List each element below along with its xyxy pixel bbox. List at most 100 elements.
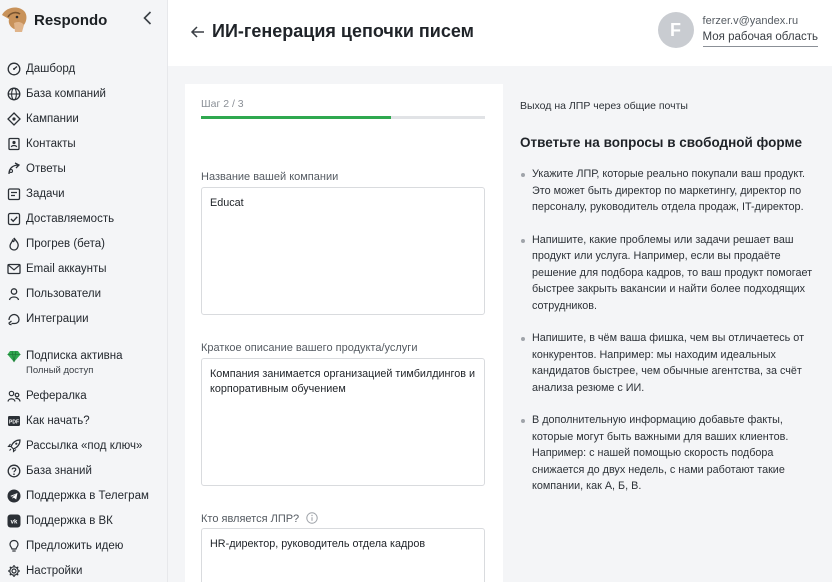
contacts-icon: [7, 137, 21, 151]
referral-icon: [7, 389, 21, 403]
sidebar-item-label: Предложить идею: [26, 539, 124, 552]
sidebar-item-label: Интеграции: [26, 312, 89, 325]
help-item: Напишите, какие проблемы или задачи реша…: [520, 232, 820, 315]
tasks-icon: [7, 187, 21, 201]
sidebar-item-suggest-idea[interactable]: Предложить идею: [0, 533, 168, 558]
sidebar-item-label: Кампании: [26, 112, 79, 125]
sidebar-item-replies[interactable]: Ответы: [0, 156, 168, 181]
sidebar-item-warmup[interactable]: Прогрев (бета): [0, 231, 168, 256]
info-icon[interactable]: [306, 512, 318, 524]
help-item-text: В дополнительную информацию добавьте фак…: [532, 414, 789, 492]
sidebar-item-label: Задачи: [26, 187, 65, 200]
help-item: В дополнительную информацию добавьте фак…: [520, 412, 820, 495]
sidebar-item-turnkey-mailing[interactable]: Рассылка «под ключ»: [0, 433, 168, 458]
sidebar-item-label: База компаний: [26, 87, 106, 100]
replies-icon: [7, 161, 21, 176]
bullet: [521, 173, 525, 177]
subscription-label: Подписка активна: [26, 349, 123, 362]
question-icon: [7, 464, 21, 478]
arrow-left-icon: [190, 26, 204, 38]
sidebar-item-label: Поддержка в ВК: [26, 514, 113, 527]
subscription-status[interactable]: Подписка активна Полный доступ: [0, 347, 168, 378]
campaigns-icon: [7, 111, 21, 126]
workspace-link[interactable]: Моя рабочая область: [702, 29, 818, 47]
sidebar-item-label: Как начать?: [26, 414, 90, 427]
sidebar-item-contacts[interactable]: Контакты: [0, 131, 168, 156]
product-description-field[interactable]: Компания занимается организацией тимбилд…: [201, 358, 485, 486]
sidebar-item-label: Доставляемость: [26, 212, 115, 225]
sidebar: Respondo Дашборд База компаний Кампании …: [0, 0, 168, 582]
lpr-label: Кто является ЛПР?: [201, 513, 300, 525]
brand-name: Respondo: [34, 11, 108, 29]
progress-fill: [201, 116, 392, 119]
dashboard-icon: [7, 62, 21, 76]
secondary-nav: Рефералка PDF Как начать? Рассылка «под …: [0, 383, 168, 582]
product-description-label: Краткое описание вашего продукта/услуги: [201, 342, 418, 354]
sidebar-item-campaigns[interactable]: Кампании: [0, 106, 168, 131]
sidebar-item-companies[interactable]: База компаний: [0, 81, 168, 106]
help-item-text: Напишите, в чём ваша фишка, чем вы отлич…: [532, 332, 805, 394]
sidebar-item-label: Дашборд: [26, 62, 76, 75]
brand-mascot-icon: [2, 7, 27, 32]
sidebar-item-vk-support[interactable]: vk Поддержка в ВК: [0, 508, 168, 533]
users-icon: [7, 287, 21, 301]
back-button[interactable]: [190, 24, 206, 40]
main-nav: Дашборд База компаний Кампании Контакты …: [0, 56, 168, 331]
progress-bar: [201, 116, 485, 119]
avatar[interactable]: F: [657, 12, 694, 48]
sidebar-item-deliverability[interactable]: Доставляемость: [0, 206, 168, 231]
chevron-left-icon: [142, 11, 151, 25]
pdf-icon: PDF: [7, 414, 21, 428]
company-name-field[interactable]: Educat: [201, 187, 485, 315]
help-item-text: Укажите ЛПР, которые реально покупали ва…: [532, 168, 806, 213]
bullet: [521, 238, 525, 243]
sidebar-item-knowledge-base[interactable]: База знаний: [0, 458, 168, 483]
help-item: Укажите ЛПР, которые реально покупали ва…: [520, 166, 820, 216]
sidebar-item-referral[interactable]: Рефералка: [0, 383, 168, 408]
sidebar-item-label: Рефералка: [26, 389, 87, 402]
sidebar-item-settings[interactable]: Настройки: [0, 558, 168, 582]
bullet: [521, 337, 525, 341]
vk-icon: vk: [7, 514, 21, 528]
subscription-note: Полный доступ: [26, 365, 94, 376]
integrations-icon: [7, 312, 21, 326]
lightbulb-icon: [7, 539, 21, 553]
sidebar-item-label: Прогрев (бета): [26, 237, 106, 250]
svg-text:vk: vk: [11, 519, 18, 525]
sidebar-item-users[interactable]: Пользователи: [0, 281, 168, 306]
page-header: ИИ-генерация цепочки писем F ferzer.v@ya…: [168, 0, 832, 66]
deliverability-icon: [7, 212, 21, 226]
svg-text:PDF: PDF: [9, 419, 19, 425]
sidebar-item-label: Рассылка «под ключ»: [26, 439, 143, 452]
help-item: Напишите, в чём ваша фишка, чем вы отлич…: [520, 330, 820, 396]
sidebar-item-label: Поддержка в Телеграм: [26, 489, 149, 502]
sidebar-item-getting-started[interactable]: PDF Как начать?: [0, 408, 168, 433]
user-email: ferzer.v@yandex.ru: [702, 14, 799, 27]
sidebar-item-label: Настройки: [26, 564, 83, 577]
email-icon: [7, 262, 21, 276]
sidebar-item-telegram-support[interactable]: Поддержка в Телеграм: [0, 483, 168, 508]
sidebar-item-tasks[interactable]: Задачи: [0, 181, 168, 206]
lpr-label-row: Кто является ЛПР?: [201, 512, 318, 525]
user-menu[interactable]: F ferzer.v@yandex.ru Моя рабочая область: [657, 12, 818, 48]
sidebar-item-integrations[interactable]: Интеграции: [0, 306, 168, 331]
lpr-field[interactable]: HR-директор, руководитель отдела кадров: [201, 528, 485, 582]
sidebar-item-label: Контакты: [26, 137, 76, 150]
form-card: Шаг 2 / 3 Название вашей компании Educat…: [185, 84, 503, 582]
companies-icon: [7, 87, 21, 101]
sidebar-item-dashboard[interactable]: Дашборд: [0, 56, 168, 81]
company-name-label: Название вашей компании: [201, 171, 339, 183]
help-item-text: Напишите, какие проблемы или задачи реша…: [532, 233, 813, 312]
collapse-sidebar-button[interactable]: [139, 8, 155, 28]
bullet: [521, 419, 525, 423]
help-title: Ответьте на вопросы в свободной форме: [520, 135, 802, 150]
sidebar-item-email-accounts[interactable]: Email аккаунты: [0, 256, 168, 281]
main-content: Шаг 2 / 3 Название вашей компании Educat…: [168, 66, 832, 582]
sidebar-item-label: Email аккаунты: [26, 262, 107, 275]
sidebar-item-label: Пользователи: [26, 287, 102, 300]
sidebar-item-label: База знаний: [26, 464, 92, 477]
telegram-icon: [7, 489, 21, 503]
rocket-icon: [7, 438, 21, 453]
settings-icon: [7, 564, 21, 578]
warmup-icon: [7, 237, 21, 251]
